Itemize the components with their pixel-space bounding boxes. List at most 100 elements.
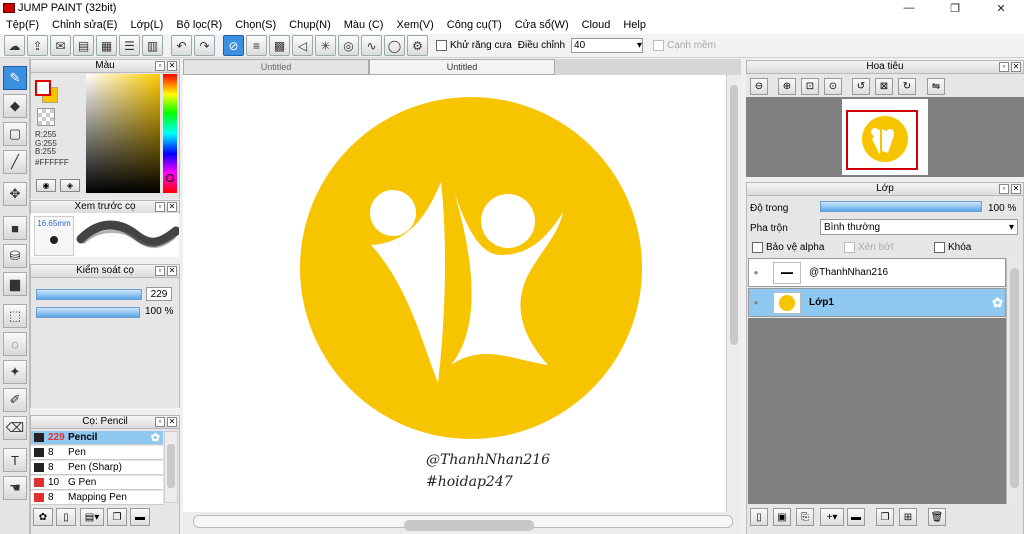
brush-size-slider[interactable] [36,289,142,300]
marquee-tool-icon[interactable]: ⬚ [3,304,27,328]
minimize-button[interactable]: — [886,0,932,16]
panel-close-icon[interactable]: ✕ [167,202,177,212]
palette-icon[interactable]: ◉ [36,179,56,192]
bucket-tool-icon[interactable]: ⛁ [3,244,27,268]
flip-icon[interactable]: ⇋ [927,78,945,95]
menu-view[interactable]: Xem(V) [396,19,433,31]
panel-float-icon[interactable]: ▫ [155,266,165,276]
menu-edit[interactable]: Chỉnh sửa(E) [52,19,117,31]
gradient-tool-icon[interactable]: ▆ [3,272,27,296]
lasso-tool-icon[interactable]: ◌ [3,332,27,356]
brush-copy-icon[interactable]: ❐ [107,508,127,526]
brush-list-scrollbar[interactable] [164,431,178,503]
panel-close-icon[interactable]: ✕ [1011,62,1021,72]
duplicate-layer-icon[interactable]: ⎘ [796,508,814,526]
message-icon[interactable]: ▤ [73,35,94,56]
vertical-scroll-thumb[interactable] [730,85,738,345]
color-picker-icon[interactable]: ◈ [60,179,80,192]
drawing-canvas[interactable]: @ThanhNhan216 #hoidap247 [183,75,726,512]
comment-icon[interactable]: ✉ [50,35,71,56]
grid-ruler-icon[interactable]: ▩ [269,35,290,56]
layer-settings-icon[interactable]: ✿ [992,295,1003,311]
circle-ruler-icon[interactable]: ◯ [384,35,405,56]
menu-select[interactable]: Chọn(S) [235,19,276,31]
menu-filter[interactable]: Bộ lọc(R) [176,19,222,31]
transparent-color-swatch[interactable] [37,108,55,126]
antialias-checkbox[interactable] [436,40,447,51]
merge-layer-icon[interactable]: ❐ [876,508,894,526]
panel-close-icon[interactable]: ✕ [167,266,177,276]
brush-folder-icon[interactable]: ▬ [130,508,150,526]
rect-select-tool-icon[interactable]: ▢ [3,122,27,146]
document-icon[interactable]: ▦ [96,35,117,56]
brush-list-item[interactable]: 10 G Pen [31,476,163,490]
checklist-icon[interactable]: ▥ [142,35,163,56]
lock-checkbox[interactable] [934,242,945,253]
fit-view-icon[interactable]: ⊡ [801,78,819,95]
zoom-in-icon[interactable]: ⊕ [778,78,796,95]
brush-list-item[interactable]: 229 Pencil ✿ [31,431,163,445]
clip-checkbox[interactable] [844,242,855,253]
canvas-vertical-scrollbar[interactable] [726,75,741,512]
tab-untitled-1[interactable]: Untitled [183,59,369,75]
new-layer-image-icon[interactable]: ▣ [773,508,791,526]
fill-rect-tool-icon[interactable]: ■ [3,216,27,240]
curve-ruler-icon[interactable]: ∿ [361,35,382,56]
blend-mode-select[interactable]: Bình thường ▾ [820,219,1018,235]
select-pen-tool-icon[interactable]: ✐ [3,388,27,412]
panel-close-icon[interactable]: ✕ [167,61,177,71]
maximize-button[interactable]: ❐ [932,0,978,16]
text-tool-icon[interactable]: T [3,448,27,472]
rotate-reset-icon[interactable]: ⊠ [875,78,893,95]
delete-layer-icon[interactable]: 🗑 [928,508,946,526]
add-layer-menu-icon[interactable]: +▾ [820,508,844,526]
layer-mask-icon[interactable]: ⊞ [899,508,917,526]
menu-color[interactable]: Màu (C) [344,19,384,31]
eraser-tool-icon[interactable]: ◆ [3,94,27,118]
layers-scrollbar[interactable] [1006,258,1022,504]
navigator-view-frame[interactable] [846,110,918,170]
panel-close-icon[interactable]: ✕ [1011,184,1021,194]
layer-opacity-slider[interactable] [820,201,982,212]
layer-folder-icon[interactable]: ▬ [847,508,865,526]
rotate-right-icon[interactable]: ↻ [898,78,916,95]
canvas-horizontal-scrollbar[interactable] [183,512,741,534]
horizontal-scroll-thumb[interactable] [404,520,534,531]
select-eraser-tool-icon[interactable]: ⌫ [3,416,27,440]
rotate-left-icon[interactable]: ↺ [852,78,870,95]
menu-help[interactable]: Help [623,19,646,31]
perspective-ruler-icon[interactable]: ◁ [292,35,313,56]
ruler-off-icon[interactable]: ⊘ [223,35,244,56]
undo-icon[interactable]: ↶ [171,35,192,56]
concentric-ruler-icon[interactable]: ◎ [338,35,359,56]
new-brush-icon[interactable]: ▯ [56,508,76,526]
menu-capture[interactable]: Chụp(N) [289,19,331,31]
brush-size-value[interactable]: 229 [146,287,172,301]
brush-settings-icon[interactable]: ✿ [33,508,53,526]
visibility-icon[interactable]: ● [749,298,763,307]
hue-slider[interactable] [163,74,177,193]
cloud-icon[interactable]: ☁ [4,35,25,56]
magic-wand-tool-icon[interactable]: ✦ [3,360,27,384]
visibility-icon[interactable]: ● [749,268,763,277]
panel-float-icon[interactable]: ▫ [155,202,165,212]
protect-alpha-checkbox[interactable] [752,242,763,253]
brush-menu-icon[interactable]: ▤▾ [80,508,104,526]
saturation-value-picker[interactable] [86,74,160,193]
panel-float-icon[interactable]: ▫ [999,184,1009,194]
brush-settings-gear-icon[interactable]: ✿ [151,431,160,444]
menu-layer[interactable]: Lớp(L) [130,19,163,31]
panel-float-icon[interactable]: ▫ [155,61,165,71]
new-layer-icon[interactable]: ▯ [750,508,768,526]
menu-cloud[interactable]: Cloud [582,19,611,31]
line-tool-icon[interactable]: ╱ [3,150,27,174]
hand-tool-icon[interactable]: ☚ [3,476,27,500]
parallel-ruler-icon[interactable]: ≡ [246,35,267,56]
tab-untitled-2[interactable]: Untitled [369,59,555,75]
zoom-reset-icon[interactable]: ⊙ [824,78,842,95]
brush-list-item[interactable]: 8 Mapping Pen [31,491,163,505]
move-tool-icon[interactable]: ✥ [3,182,27,206]
list-icon[interactable]: ☰ [119,35,140,56]
layer-row[interactable]: ● ▬▬ @ThanhNhan216 [748,258,1006,287]
panel-close-icon[interactable]: ✕ [167,417,177,427]
